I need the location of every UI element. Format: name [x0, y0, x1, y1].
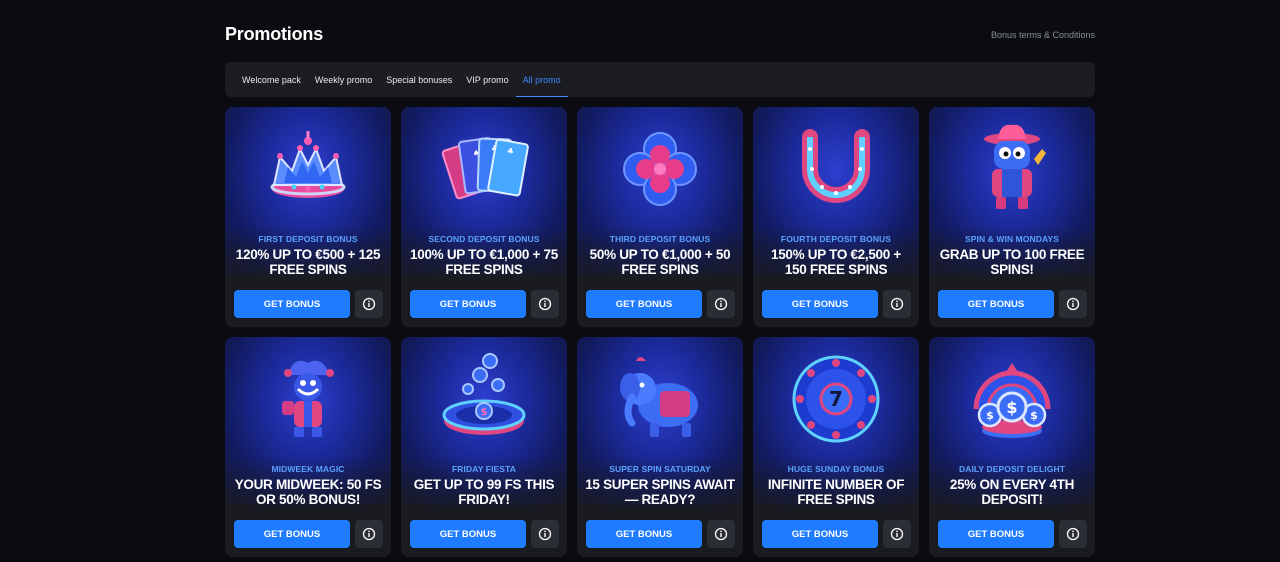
promo-card: FIRST DEPOSIT BONUS 120% UP TO €500 + 12…: [225, 107, 391, 327]
get-bonus-button[interactable]: GET BONUS: [234, 520, 350, 548]
promo-headline: INFINITE NUMBER OF FREE SPINS: [767, 477, 905, 507]
svg-text:$: $: [1030, 409, 1038, 422]
elephant-icon: [620, 357, 698, 437]
svg-text:$: $: [986, 409, 994, 422]
promo-card: FOURTH DEPOSIT BONUS 150% UP TO €2,500 +…: [753, 107, 919, 327]
get-bonus-button[interactable]: GET BONUS: [762, 520, 878, 548]
promo-card: $ FRIDAY FIESTA GET UP TO 99 FS THIS FRI…: [401, 337, 567, 557]
jester-icon: [282, 360, 334, 437]
info-icon: [538, 297, 552, 311]
clover-icon: [623, 132, 697, 206]
get-bonus-button[interactable]: GET BONUS: [410, 520, 526, 548]
promo-headline: 50% UP TO €1,000 + 50 FREE SPINS: [589, 247, 731, 277]
get-bonus-button[interactable]: GET BONUS: [586, 520, 702, 548]
page-title: Promotions: [225, 24, 324, 44]
bonus-terms-link[interactable]: Bonus terms & Conditions: [991, 30, 1095, 40]
promo-headline: 150% UP TO €2,500 + 150 FREE SPINS: [770, 247, 902, 277]
promo-card: SUPER SPIN SATURDAY 15 SUPER SPINS AWAIT…: [577, 337, 743, 557]
promo-subtitle: HUGE SUNDAY BONUS: [787, 464, 885, 474]
promo-headline: YOUR MIDWEEK: 50 FS OR 50% BONUS!: [234, 477, 382, 507]
promo-headline: 15 SUPER SPINS AWAIT — READY?: [585, 477, 735, 507]
tab-vip-promo[interactable]: VIP promo: [459, 62, 515, 97]
info-icon: [890, 527, 904, 541]
promo-subtitle: DAILY DEPOSIT DELIGHT: [958, 464, 1065, 474]
info-button[interactable]: [883, 290, 911, 318]
tab-special-bonuses[interactable]: Special bonuses: [379, 62, 459, 97]
info-icon: [1066, 297, 1080, 311]
get-bonus-button[interactable]: GET BONUS: [762, 290, 878, 318]
info-icon: [890, 297, 904, 311]
tab-welcome-pack[interactable]: Welcome pack: [235, 62, 308, 97]
promo-tabs: Welcome pack Weekly promo Special bonuse…: [225, 62, 1095, 97]
promo-subtitle: SPIN & WIN MONDAYS: [964, 234, 1060, 244]
promo-subtitle: MIDWEEK MAGIC: [271, 464, 345, 474]
promo-card: ♠ ♣ ♣ SECOND DEPOSIT BONUS 100% UP TO €1…: [401, 107, 567, 327]
info-icon: [362, 297, 376, 311]
promotions-page: Promotions Bonus terms & Conditions Welc…: [225, 0, 1095, 557]
info-button[interactable]: [707, 520, 735, 548]
info-icon: [1066, 527, 1080, 541]
promo-subtitle: SUPER SPIN SATURDAY: [609, 464, 711, 474]
promo-card: $ $ $ DAILY DEPOSIT DELIGHT 25% ON EVERY…: [929, 337, 1095, 557]
promo-card: MIDWEEK MAGIC YOUR MIDWEEK: 50 FS OR 50%…: [225, 337, 391, 557]
get-bonus-button[interactable]: GET BONUS: [410, 290, 526, 318]
cowboy-mascot-icon: [984, 124, 1046, 209]
promo-subtitle: SECOND DEPOSIT BONUS: [428, 234, 540, 244]
info-button[interactable]: [355, 290, 383, 318]
info-icon: [538, 527, 552, 541]
info-button[interactable]: [531, 520, 559, 548]
info-button[interactable]: [1059, 290, 1087, 318]
info-icon: [714, 297, 728, 311]
promo-subtitle: FOURTH DEPOSIT BONUS: [780, 234, 892, 244]
promo-headline: 120% UP TO €500 + 125 FREE SPINS: [235, 247, 381, 277]
info-icon: [714, 527, 728, 541]
playing-cards-icon: ♠ ♣ ♣: [441, 137, 529, 200]
promo-headline: GET UP TO 99 FS THIS FRIDAY!: [413, 477, 555, 507]
promo-headline: 25% ON EVERY 4TH DEPOSIT!: [949, 477, 1075, 507]
promo-grid: FIRST DEPOSIT BONUS 120% UP TO €500 + 12…: [225, 107, 1095, 557]
promo-headline: 100% UP TO €1,000 + 75 FREE SPINS: [410, 247, 558, 277]
dollar-coins-icon: $ $ $: [973, 363, 1051, 438]
promo-card: 7 HUGE SUNDAY BONUS INFINITE NUMBER OF F…: [753, 337, 919, 557]
promo-subtitle: FRIDAY FIESTA: [452, 464, 516, 474]
info-icon: [362, 527, 376, 541]
svg-text:7: 7: [829, 387, 843, 411]
promo-card: THIRD DEPOSIT BONUS 50% UP TO €1,000 + 5…: [577, 107, 743, 327]
page-header: Promotions Bonus terms & Conditions: [225, 0, 1095, 62]
promo-headline: GRAB UP TO 100 FREE SPINS!: [939, 247, 1085, 277]
info-button[interactable]: [707, 290, 735, 318]
get-bonus-button[interactable]: GET BONUS: [938, 290, 1054, 318]
get-bonus-button[interactable]: GET BONUS: [938, 520, 1054, 548]
promo-subtitle: THIRD DEPOSIT BONUS: [609, 234, 711, 244]
lucky-seven-wheel-icon: 7: [792, 355, 880, 443]
svg-text:$: $: [1006, 398, 1017, 417]
horseshoe-icon: [802, 129, 870, 203]
tab-weekly-promo[interactable]: Weekly promo: [308, 62, 379, 97]
info-button[interactable]: [1059, 520, 1087, 548]
coin-portal-icon: $: [442, 353, 526, 435]
svg-text:$: $: [481, 407, 488, 418]
promo-subtitle: FIRST DEPOSIT BONUS: [258, 234, 358, 244]
crown-icon: [270, 131, 346, 198]
get-bonus-button[interactable]: GET BONUS: [586, 290, 702, 318]
info-button[interactable]: [883, 520, 911, 548]
promo-card: SPIN & WIN MONDAYS GRAB UP TO 100 FREE S…: [929, 107, 1095, 327]
info-button[interactable]: [531, 290, 559, 318]
tab-all-promo[interactable]: All promo: [515, 62, 568, 97]
info-button[interactable]: [355, 520, 383, 548]
get-bonus-button[interactable]: GET BONUS: [234, 290, 350, 318]
